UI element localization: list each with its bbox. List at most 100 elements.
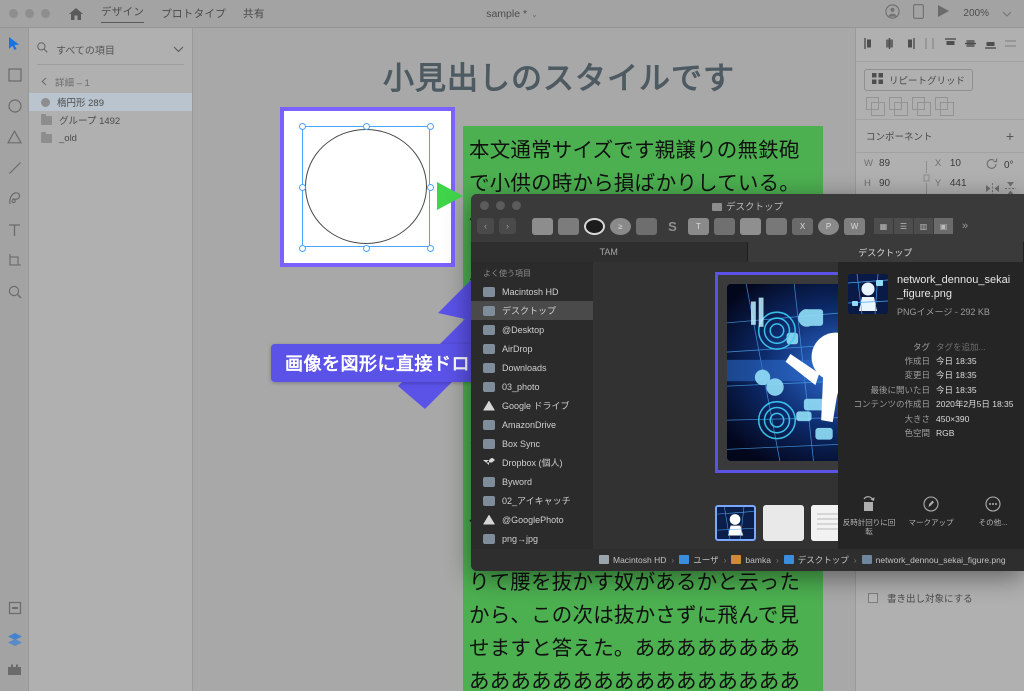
close-window-button[interactable] [9, 9, 18, 18]
minimize-window-button[interactable] [25, 9, 34, 18]
resize-handle-s[interactable] [363, 245, 370, 252]
x-field[interactable]: X 10 [935, 158, 986, 169]
account-icon[interactable] [885, 3, 901, 24]
app-icon-x[interactable]: X [792, 217, 813, 235]
plugins-panel-icon[interactable] [0, 654, 29, 685]
ellipse-tool[interactable] [0, 90, 29, 121]
sidebar-item-box-sync[interactable]: Box Sync [471, 434, 593, 453]
breadcrumb[interactable]: 詳細 – 1 [29, 71, 192, 93]
finder-window[interactable]: デスクトップ ‹ › ≥ S T X P W ▦ ☰ ▥ ▣ » TAM デスク… [471, 194, 1024, 571]
chevron-down-icon[interactable]: ⌄ [531, 10, 538, 19]
path-item-users[interactable]: ユーザ [679, 554, 719, 566]
pen-tool[interactable] [0, 183, 29, 214]
search-input[interactable]: すべての項目 [56, 42, 173, 57]
sidebar-item-macintosh-hd[interactable]: Macintosh HD [471, 282, 593, 301]
finder-tab-tam[interactable]: TAM [471, 242, 748, 262]
column-view-button[interactable]: ▥ [914, 218, 934, 234]
align-toolbar[interactable] [856, 32, 1024, 58]
resize-handle-n[interactable] [363, 123, 370, 130]
align-horizontal-group[interactable] [864, 38, 935, 52]
align-center-h-icon[interactable] [884, 38, 895, 52]
path-item-file[interactable]: network_dennou_sekai_figure.png [861, 555, 1006, 565]
boolean-ops-row[interactable] [856, 91, 1024, 116]
zoom-tool[interactable] [0, 276, 29, 307]
align-top-icon[interactable] [945, 38, 956, 52]
gallery-view-button[interactable]: ▣ [934, 218, 954, 234]
finder-toolbar[interactable]: ‹ › ≥ S T X P W ▦ ☰ ▥ ▣ » [471, 212, 1024, 240]
resize-handle-nw[interactable] [299, 123, 306, 130]
top-menu[interactable]: デザイン プロトタイプ 共有 [101, 4, 265, 23]
height-value[interactable]: 90 [879, 178, 890, 189]
tab-share[interactable]: 共有 [243, 6, 265, 21]
artboard-tool[interactable] [0, 245, 29, 276]
sidebar-item-at-googlephoto[interactable]: @GooglePhoto [471, 510, 593, 529]
repeat-grid-row[interactable]: リピートグリッド [856, 65, 1024, 91]
assets-panel-icon[interactable] [0, 592, 29, 623]
app-icon-p[interactable]: P [818, 217, 839, 235]
app-icon-7[interactable]: T [688, 217, 709, 235]
sidebar-item-downloads[interactable]: Downloads [471, 358, 593, 377]
app-icon-1[interactable] [532, 217, 553, 235]
toolbar-overflow-icon[interactable]: » [962, 220, 968, 232]
height-field[interactable]: H 90 [864, 178, 919, 189]
chevron-left-icon[interactable] [41, 73, 47, 91]
app-icon-3[interactable] [584, 217, 605, 235]
align-left-icon[interactable] [864, 38, 875, 52]
thumb-network-figure[interactable] [715, 505, 756, 541]
x-value[interactable]: 10 [950, 158, 961, 169]
align-vertical-group[interactable] [945, 38, 1016, 52]
sidebar-item-google-drive[interactable]: Google ドライブ [471, 396, 593, 415]
sidebar-item-03-photo[interactable]: 03_photo [471, 377, 593, 396]
app-icon-9[interactable] [740, 217, 761, 235]
app-icon-10[interactable] [766, 217, 787, 235]
resize-handle-e[interactable] [427, 184, 434, 191]
finder-back-button[interactable]: ‹ [477, 218, 494, 234]
finder-sidebar[interactable]: よく使う項目 Macintosh HD デスクトップ @Desktop AirD… [471, 262, 593, 549]
metadata-value[interactable]: タグを追加... [936, 340, 986, 354]
view-mode-group[interactable]: ▦ ☰ ▥ ▣ [874, 218, 954, 234]
export-row[interactable]: 書き出し対象にする [856, 587, 1024, 609]
exclude-boolean-icon[interactable] [935, 97, 954, 116]
app-icon-6[interactable]: S [662, 218, 683, 235]
align-middle-v-icon[interactable] [965, 38, 976, 52]
device-preview-icon[interactable] [913, 3, 925, 24]
resize-handle-se[interactable] [427, 245, 434, 252]
icon-view-button[interactable]: ▦ [874, 218, 894, 234]
thumb-blank-doc[interactable] [763, 505, 804, 541]
y-field[interactable]: Y 441 [935, 178, 986, 189]
quick-action-markup[interactable]: マークアップ [902, 495, 960, 538]
list-view-button[interactable]: ☰ [894, 218, 914, 234]
polygon-tool[interactable] [0, 121, 29, 152]
layer-search-row[interactable]: すべての項目 [29, 34, 192, 64]
intersect-boolean-icon[interactable] [912, 97, 931, 116]
sidebar-item-png-to-jpg[interactable]: png→jpg [471, 529, 593, 548]
finder-tab-desktop[interactable]: デスクトップ [747, 242, 1024, 262]
maximize-window-button[interactable] [41, 9, 50, 18]
finder-forward-button[interactable]: › [499, 218, 516, 234]
tab-design[interactable]: デザイン [101, 4, 145, 23]
rotation-value[interactable]: 0° [1004, 160, 1014, 171]
chevron-down-icon[interactable] [173, 40, 184, 58]
path-item-macintosh-hd[interactable]: Macintosh HD [599, 555, 666, 565]
sidebar-item-byword[interactable]: Byword [471, 472, 593, 491]
sidebar-item-amazondrive[interactable]: AmazonDrive [471, 415, 593, 434]
add-boolean-icon[interactable] [866, 97, 885, 116]
sidebar-item-dropbox[interactable]: Dropbox (個人) [471, 453, 593, 472]
quick-actions[interactable]: 反時計回りに回転 マークアップ その他... [838, 495, 1024, 538]
align-right-icon[interactable] [904, 38, 915, 52]
add-component-button[interactable]: + [1006, 128, 1014, 144]
width-field[interactable]: W 89 [864, 158, 919, 169]
layer-item-ellipse[interactable]: 楕円形 289 [29, 93, 192, 111]
window-traffic-lights[interactable] [9, 9, 50, 18]
repeat-grid-button[interactable]: リピートグリッド [864, 69, 974, 91]
align-bottom-icon[interactable] [985, 38, 996, 52]
path-item-home[interactable]: bamka [731, 555, 771, 565]
text-tool[interactable] [0, 214, 29, 245]
sidebar-item-airdrop[interactable]: AirDrop [471, 339, 593, 358]
app-icon-8[interactable] [714, 217, 735, 235]
sidebar-item-02-eyecatch[interactable]: 02_アイキャッチ [471, 491, 593, 510]
components-row[interactable]: コンポーネント + [856, 123, 1024, 149]
subtract-boolean-icon[interactable] [889, 97, 908, 116]
sidebar-item-at-desktop[interactable]: @Desktop [471, 320, 593, 339]
artboard-heading[interactable]: 小見出しのスタイルです [289, 53, 829, 98]
